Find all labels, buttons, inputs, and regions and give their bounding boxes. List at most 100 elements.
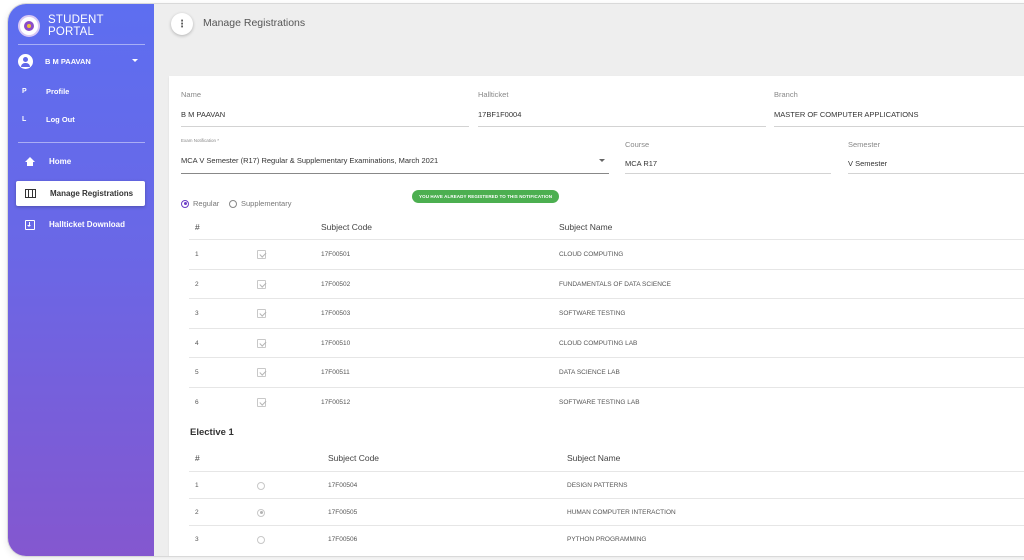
sidebar-item-logout[interactable]: L Log Out (22, 112, 144, 126)
row-number: 2 (195, 509, 199, 516)
registration-card: Name B M PAAVAN Hallticket 17BF1F0004 Br… (169, 76, 1024, 556)
subject-name: CLOUD COMPUTING (559, 251, 624, 258)
manage-registrations-label: Manage Registrations (50, 189, 134, 198)
subjects-col-code: Subject Code (321, 222, 373, 232)
hallticket-value: 17BF1F0004 (478, 110, 522, 119)
exam-notification-select[interactable]: MCA V Semester (R17) Regular & Supplemen… (181, 152, 609, 174)
check-icon (257, 250, 266, 259)
check-icon (257, 309, 266, 318)
table-row: 6 17F00512 SOFTWARE TESTING LAB (189, 386, 1024, 417)
subject-checkbox[interactable] (257, 240, 266, 269)
brand-title: STUDENT PORTAL (48, 14, 104, 38)
table-row: 2 17F00505 HUMAN COMPUTER INTERACTION (189, 498, 1024, 525)
elective-radio[interactable] (257, 499, 265, 526)
semester-label: Semester (848, 140, 881, 149)
brand[interactable]: STUDENT PORTAL (18, 12, 144, 40)
supplementary-radio[interactable]: Supplementary (229, 199, 291, 208)
elective-col-code: Subject Code (328, 453, 380, 463)
row-number: 4 (195, 339, 199, 347)
caret-down-icon (132, 59, 138, 62)
name-field: Name (181, 90, 201, 99)
subject-checkbox[interactable] (257, 388, 266, 417)
page-title: Manage Registrations (203, 17, 306, 29)
subject-code: 17F00503 (321, 310, 351, 317)
subject-code: 17F00502 (321, 280, 351, 288)
branch-value: MASTER OF COMPUTER APPLICATIONS (774, 110, 919, 119)
sidebar-item-hallticket-download[interactable]: Hallticket Download (16, 212, 145, 237)
branch-field: Branch (774, 90, 798, 99)
radio-unselected-icon (257, 535, 265, 544)
user-menu[interactable]: B M PAAVAN (18, 52, 144, 70)
check-icon (257, 397, 266, 407)
subject-checkbox[interactable] (257, 358, 266, 387)
university-logo-icon (18, 15, 40, 37)
subject-name: PYTHON PROGRAMMING (567, 536, 647, 543)
subject-code: 17F00512 (321, 398, 351, 406)
sidebar-divider (18, 142, 145, 143)
subject-code: 17F00510 (321, 339, 351, 347)
elective-radio[interactable] (257, 526, 265, 553)
row-number: 5 (195, 369, 199, 376)
profile-abbr: P (22, 87, 27, 95)
row-number: 3 (195, 536, 199, 543)
subject-checkbox[interactable] (257, 270, 266, 299)
row-number: 2 (195, 280, 199, 288)
row-number: 1 (195, 482, 199, 489)
subject-code: 17F00505 (328, 509, 358, 516)
hallticket-underline (478, 126, 766, 127)
regular-radio[interactable]: Regular (181, 199, 219, 208)
subject-name: FUNDAMENTALS OF DATA SCIENCE (559, 280, 671, 288)
home-label: Home (49, 157, 72, 166)
table-row: 4 17F00510 CLOUD COMPUTING LAB (189, 327, 1024, 358)
sidebar-item-home[interactable]: Home (16, 149, 145, 174)
subject-checkbox[interactable] (257, 329, 266, 358)
check-icon (257, 279, 266, 289)
subject-name: SOFTWARE TESTING LAB (559, 398, 640, 406)
subject-checkbox[interactable] (257, 299, 266, 328)
exam-notification-underline (181, 173, 609, 174)
branch-underline (774, 126, 1024, 127)
elective-col-name: Subject Name (567, 453, 621, 463)
table-row: 3 17F00503 SOFTWARE TESTING (189, 298, 1024, 327)
sidebar-item-profile[interactable]: P Profile (22, 84, 144, 98)
course-label: Course (625, 140, 650, 149)
subject-code: 17F00506 (328, 536, 358, 543)
name-underline (181, 126, 469, 127)
grid-icon (25, 189, 36, 198)
table-row: 5 17F00511 DATA SCIENCE LAB (189, 357, 1024, 386)
status-badge: YOU HAVE ALREADY REGISTERED TO THIS NOTI… (412, 190, 560, 203)
logout-label: Log Out (46, 114, 75, 124)
elective-title: Elective 1 (190, 427, 234, 438)
profile-label: Profile (46, 86, 70, 96)
menu-button[interactable]: ⋮ (171, 13, 193, 35)
subjects-col-name: Subject Name (559, 222, 613, 232)
branch-label: Branch (774, 90, 798, 99)
user-avatar-icon (18, 53, 33, 69)
subject-name: DATA SCIENCE LAB (559, 369, 620, 376)
name-label: Name (181, 90, 202, 99)
row-number: 3 (195, 310, 199, 317)
radio-unselected-icon (229, 199, 237, 208)
elective-radio[interactable] (257, 472, 265, 499)
home-icon (25, 157, 35, 166)
sidebar: STUDENT PORTAL B M PAAVAN P Profile L Lo… (8, 4, 154, 556)
exam-notification-value: MCA V Semester (R17) Regular & Supplemen… (181, 156, 439, 165)
subject-code: 17F00511 (321, 369, 350, 376)
subjects-col-number: # (195, 222, 200, 232)
subject-name: HUMAN COMPUTER INTERACTION (567, 509, 676, 516)
logout-abbr: L (22, 115, 27, 123)
elective-col-number: # (195, 453, 200, 463)
course-value: MCA R17 (625, 159, 658, 168)
subject-code: 17F00501 (321, 251, 351, 258)
hallticket-label: Hallticket (478, 90, 509, 99)
sidebar-item-manage-registrations[interactable]: Manage Registrations (16, 181, 145, 206)
semester-underline (848, 173, 1024, 174)
download-icon (25, 219, 35, 230)
table-row: 1 17F00504 DESIGN PATTERNS (189, 471, 1024, 498)
row-number: 6 (195, 398, 199, 406)
table-row: 1 17F00501 CLOUD COMPUTING (189, 239, 1024, 268)
chevron-down-icon (599, 159, 605, 162)
table-row: 3 17F00506 PYTHON PROGRAMMING (189, 525, 1024, 552)
radio-selected-icon (257, 508, 265, 517)
subject-name: CLOUD COMPUTING LAB (559, 339, 638, 347)
